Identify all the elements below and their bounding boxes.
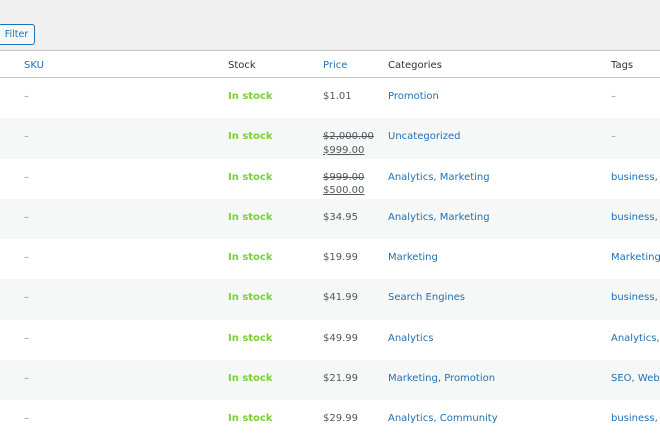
column-header-price[interactable]: Price bbox=[323, 59, 347, 73]
table-row: – In stock $49.99 Analytics Analytics, W bbox=[0, 320, 660, 360]
table-body: – In stock $1.01 Promotion – – In stock $2,000.… bbox=[0, 78, 660, 441]
row-tags[interactable]: business, Co bbox=[611, 211, 660, 225]
row-price: $999.00 $500.00 bbox=[323, 171, 364, 198]
row-tags[interactable]: business, Co bbox=[611, 171, 660, 185]
row-sku: – bbox=[24, 332, 29, 344]
row-sku: – bbox=[24, 171, 29, 183]
table-row: – In stock $34.95 Analytics, Marketing busin… bbox=[0, 198, 660, 240]
row-tags[interactable]: business, Pr bbox=[611, 291, 660, 305]
column-header-tags: Tags bbox=[611, 60, 634, 71]
table-toolbar: Filter bbox=[0, 0, 660, 50]
regular-price: $2,000.00 bbox=[323, 131, 374, 143]
row-tags: – bbox=[611, 131, 616, 143]
row-categories[interactable]: Search Engines bbox=[388, 291, 465, 305]
row-categories[interactable]: Analytics bbox=[388, 332, 433, 346]
row-categories[interactable]: Uncategorized bbox=[388, 130, 460, 144]
sale-price: $500.00 bbox=[323, 185, 365, 197]
row-tags: – bbox=[611, 91, 616, 102]
row-categories[interactable]: Marketing bbox=[388, 251, 438, 265]
row-categories[interactable]: Analytics, Marketing bbox=[388, 211, 490, 225]
row-price: $1.01 bbox=[323, 91, 352, 102]
row-tags[interactable]: Analytics, W bbox=[611, 332, 660, 346]
row-stock-status: In stock bbox=[228, 171, 273, 183]
row-sku: – bbox=[24, 131, 29, 143]
row-stock-status: In stock bbox=[228, 91, 273, 102]
table-row: – In stock $999.00 $500.00 Analytics, Market… bbox=[0, 159, 660, 199]
row-tags[interactable]: business, M bbox=[611, 412, 660, 426]
row-stock-status: In stock bbox=[228, 332, 273, 344]
row-tags[interactable]: SEO, Web bbox=[611, 372, 660, 386]
regular-price: $999.00 bbox=[323, 171, 365, 183]
table-row: – In stock $29.99 Analytics, Community busin… bbox=[0, 400, 660, 440]
column-header-categories: Categories bbox=[388, 60, 442, 71]
row-sku: – bbox=[24, 413, 29, 425]
row-price: $19.99 bbox=[323, 252, 358, 264]
row-categories[interactable]: Analytics, Marketing bbox=[388, 171, 490, 185]
column-header-stock: Stock bbox=[228, 60, 256, 71]
table-row: – In stock $21.99 Marketing, Promotion SEO, … bbox=[0, 360, 660, 401]
row-price: $21.99 bbox=[323, 373, 358, 385]
row-price: $41.99 bbox=[323, 292, 358, 304]
row-stock-status: In stock bbox=[228, 373, 273, 385]
row-categories[interactable]: Analytics, Community bbox=[388, 412, 498, 426]
table-row: – In stock $41.99 Search Engines business, P… bbox=[0, 279, 660, 320]
row-sku: – bbox=[24, 91, 29, 102]
row-sku: – bbox=[24, 252, 29, 264]
row-price: $49.99 bbox=[323, 332, 358, 344]
row-categories[interactable]: Marketing, Promotion bbox=[388, 372, 495, 386]
table-row: – In stock $1.01 Promotion – bbox=[0, 78, 660, 118]
filter-button[interactable]: Filter bbox=[0, 24, 35, 45]
row-price: $29.99 bbox=[323, 413, 358, 425]
row-sku: – bbox=[24, 211, 29, 223]
table-header-row: SKU Stock Price Categories Tags bbox=[0, 51, 660, 78]
row-sku: – bbox=[24, 292, 29, 304]
row-tags[interactable]: Marketing, W bbox=[611, 251, 660, 265]
row-stock-status: In stock bbox=[228, 131, 273, 143]
row-stock-status: In stock bbox=[228, 292, 273, 304]
sale-price: $999.00 bbox=[323, 144, 365, 156]
row-price: $34.95 bbox=[323, 211, 358, 223]
row-categories[interactable]: Promotion bbox=[388, 90, 439, 104]
products-table: SKU Stock Price Categories Tags – In stoc… bbox=[0, 50, 660, 441]
row-stock-status: In stock bbox=[228, 211, 273, 223]
row-sku: – bbox=[24, 373, 29, 385]
table-row: – In stock $2,000.00 $999.00 Uncategorized – bbox=[0, 118, 660, 159]
row-stock-status: In stock bbox=[228, 413, 273, 425]
column-header-sku[interactable]: SKU bbox=[24, 59, 44, 73]
row-price: $2,000.00 $999.00 bbox=[323, 130, 374, 157]
table-row: – In stock $19.99 Marketing Marketing, W bbox=[0, 239, 660, 279]
row-stock-status: In stock bbox=[228, 252, 273, 264]
